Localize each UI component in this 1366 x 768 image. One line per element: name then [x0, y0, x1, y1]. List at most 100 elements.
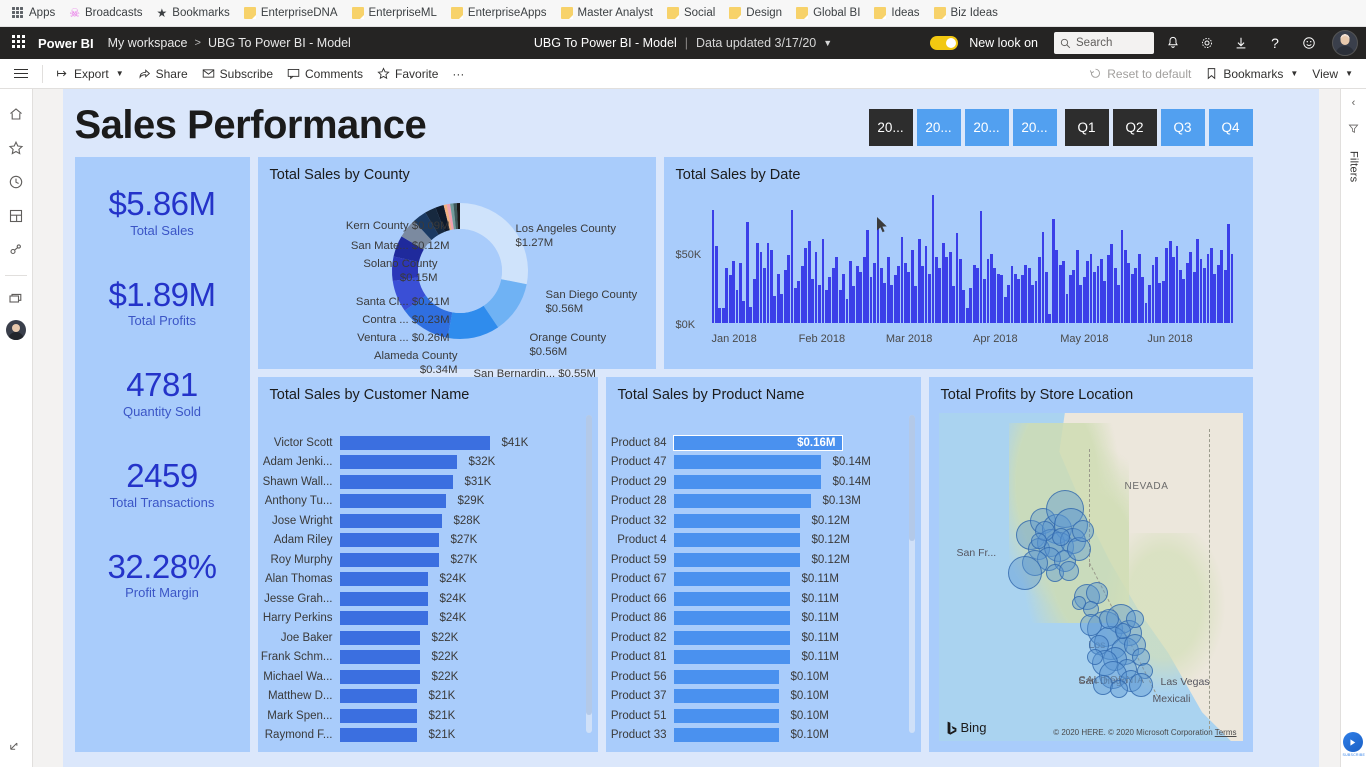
bar-row[interactable]: Jose Wright $28K — [258, 511, 576, 531]
bookmark-broadcasts[interactable]: ☠ Broadcasts — [63, 4, 148, 22]
bar-fill[interactable] — [339, 611, 428, 626]
bar-fill[interactable] — [339, 455, 457, 470]
map-bubble[interactable] — [1051, 528, 1070, 546]
date-bar[interactable] — [869, 277, 873, 323]
bar-row[interactable]: Joe Baker $22K — [258, 628, 576, 648]
product-scrollbar[interactable] — [908, 415, 915, 733]
date-bar[interactable] — [873, 262, 876, 323]
kpi-quantity-sold[interactable]: 4781 Quantity Sold — [75, 368, 250, 419]
download-icon[interactable] — [1226, 29, 1256, 57]
map-terms-link[interactable]: Terms — [1215, 728, 1237, 737]
date-bar[interactable] — [1038, 257, 1041, 323]
search-input[interactable]: Search — [1054, 32, 1154, 54]
date-bar[interactable] — [952, 286, 955, 323]
date-bar[interactable] — [1014, 273, 1017, 323]
date-bar[interactable] — [783, 269, 787, 323]
bar-fill[interactable] — [339, 728, 417, 743]
date-bar[interactable] — [879, 268, 883, 323]
date-bar[interactable] — [821, 238, 825, 323]
date-bar[interactable] — [1003, 297, 1007, 323]
date-bar[interactable] — [838, 290, 842, 323]
date-bar[interactable] — [1161, 280, 1165, 323]
bar-row[interactable]: Product 4 $0.12M — [606, 531, 899, 551]
bar-fill[interactable] — [339, 494, 446, 509]
date-bar[interactable] — [897, 266, 900, 323]
date-bar[interactable] — [1031, 284, 1035, 323]
donut-chart[interactable]: Kern County $0.09M San Mate... $0.12M So… — [258, 183, 656, 380]
date-bar[interactable] — [842, 273, 845, 323]
date-bar[interactable] — [1051, 218, 1055, 323]
subscribe-button[interactable]: Subscribe — [195, 63, 280, 85]
bar-row[interactable]: Mark Spen... $21K — [258, 706, 576, 726]
filter-funnel-icon[interactable] — [1348, 123, 1359, 137]
date-bar[interactable] — [876, 224, 880, 323]
date-bar[interactable] — [794, 288, 797, 323]
date-bar[interactable] — [1182, 279, 1186, 323]
date-bar[interactable] — [983, 279, 986, 323]
date-bar[interactable] — [718, 308, 722, 323]
date-bar[interactable] — [849, 260, 852, 323]
date-bar[interactable] — [1082, 277, 1086, 323]
date-bar[interactable] — [969, 288, 973, 323]
breadcrumb-workspace[interactable]: My workspace — [108, 36, 188, 50]
bookmark-apps[interactable]: Apps — [6, 4, 61, 22]
date-bar[interactable] — [732, 260, 735, 323]
bar-row[interactable]: Anthony Tu... $29K — [258, 492, 576, 512]
map-bubble[interactable] — [1128, 673, 1153, 697]
bar-row[interactable]: Product 51 $0.10M — [606, 706, 899, 726]
bar-fill[interactable] — [339, 669, 420, 684]
date-bar[interactable] — [1096, 266, 1100, 323]
date-bar[interactable] — [800, 266, 804, 323]
bar-row[interactable]: Product 47 $0.14M — [606, 453, 899, 473]
date-bar[interactable] — [773, 295, 777, 323]
date-bar[interactable] — [1007, 284, 1010, 323]
date-bar[interactable] — [1137, 253, 1141, 323]
date-bar[interactable] — [1075, 249, 1079, 323]
date-bar[interactable] — [1000, 275, 1004, 323]
bar-fill[interactable] — [339, 533, 439, 548]
date-bar[interactable] — [725, 268, 729, 323]
date-bar[interactable] — [1127, 262, 1131, 323]
date-bar[interactable] — [1055, 249, 1059, 323]
quarter-slicer-option-q2[interactable]: Q2 — [1112, 109, 1157, 146]
bar-fill[interactable] — [339, 650, 420, 665]
favorite-button[interactable]: Favorite — [370, 63, 445, 85]
bar-fill[interactable] — [673, 591, 790, 606]
date-bar[interactable] — [797, 280, 801, 323]
bookmarks-button[interactable]: Bookmarks ▼ — [1198, 63, 1305, 85]
date-bar[interactable] — [1089, 253, 1093, 323]
date-bar[interactable] — [1034, 280, 1038, 323]
comments-button[interactable]: Comments — [280, 63, 370, 85]
date-bar[interactable] — [790, 209, 794, 323]
date-bar[interactable] — [728, 275, 732, 323]
kpi-total-sales[interactable]: $5.86M Total Sales — [75, 186, 250, 237]
customer-scrollbar[interactable] — [585, 415, 592, 733]
map-bubble[interactable] — [1030, 533, 1047, 549]
bar-row[interactable]: Jesse Grah... $24K — [258, 589, 576, 609]
date-bar[interactable] — [1024, 264, 1028, 323]
date-bar[interactable] — [1048, 313, 1052, 323]
bar-fill[interactable] — [673, 552, 800, 567]
bar-row[interactable]: Michael Wa... $22K — [258, 667, 576, 687]
bar-row[interactable]: Adam Jenki... $32K — [258, 453, 576, 473]
date-bar[interactable] — [742, 301, 746, 323]
date-bar[interactable] — [948, 251, 952, 323]
total-profits-by-store-location-visual[interactable]: Total Profits by Store Location NEVADA C… — [928, 377, 1253, 752]
date-bar[interactable] — [804, 248, 808, 323]
date-bar[interactable] — [1154, 257, 1158, 323]
date-bar[interactable] — [893, 275, 897, 323]
workspaces-icon[interactable] — [2, 284, 30, 314]
map-bubble[interactable] — [1086, 649, 1103, 665]
bookmark-global-bi[interactable]: Global BI — [790, 4, 866, 22]
date-bar[interactable] — [962, 290, 966, 323]
date-bar[interactable] — [831, 268, 835, 323]
date-bar[interactable] — [721, 308, 725, 323]
date-bar[interactable] — [883, 282, 887, 323]
filters-panel-label[interactable]: Filters — [1348, 151, 1360, 182]
map-bubble[interactable] — [1109, 680, 1128, 698]
bar-fill[interactable] — [673, 669, 779, 684]
chevron-down-icon[interactable]: ▼ — [823, 38, 832, 48]
date-bar[interactable] — [890, 284, 894, 323]
date-bar[interactable] — [979, 211, 983, 323]
date-bar[interactable] — [1113, 268, 1117, 323]
